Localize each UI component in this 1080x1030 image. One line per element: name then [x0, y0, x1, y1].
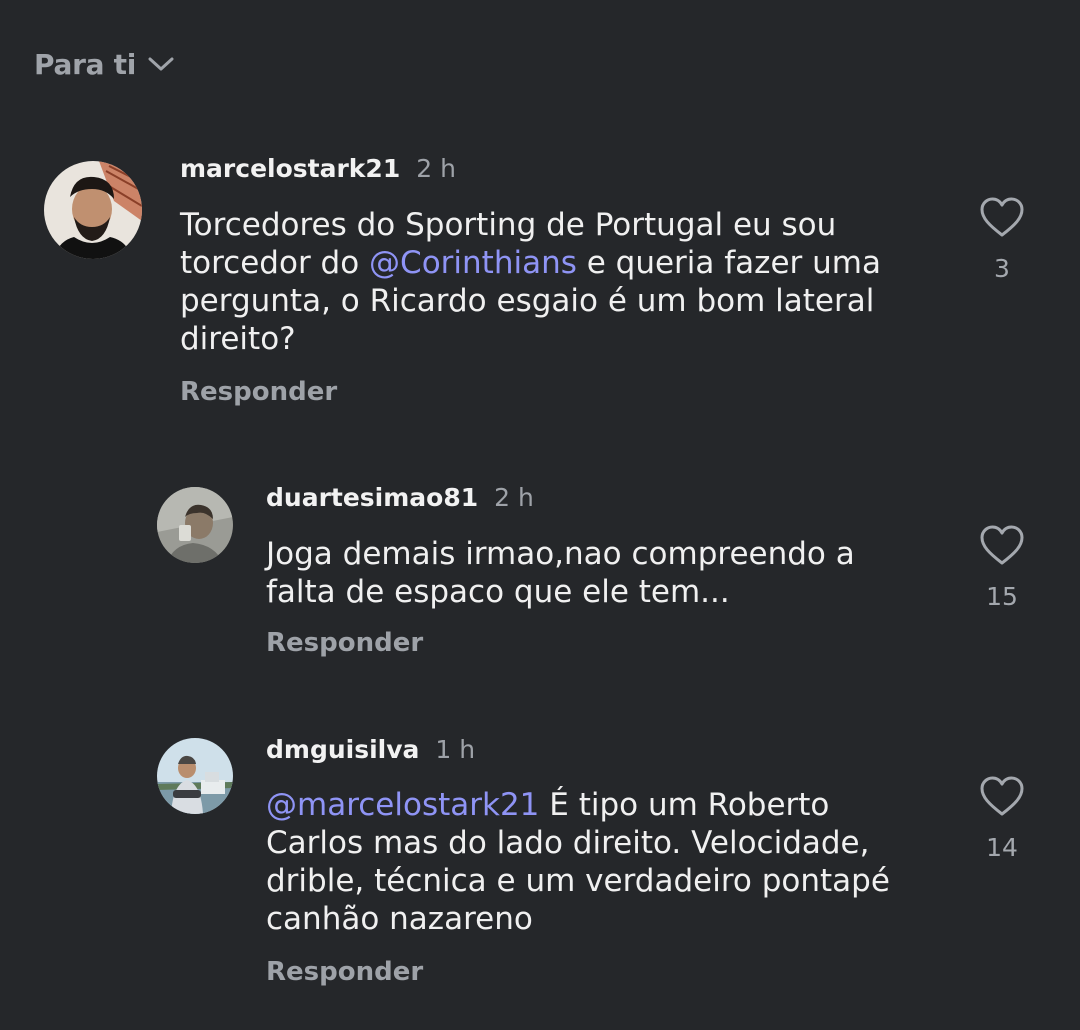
timestamp: 2 h: [416, 154, 456, 183]
heart-icon: [980, 776, 1024, 816]
timestamp: 2 h: [494, 483, 534, 512]
reply-button[interactable]: Responder: [266, 957, 423, 987]
like-button[interactable]: 3: [972, 196, 1032, 283]
like-button[interactable]: 15: [972, 524, 1032, 611]
avatar[interactable]: [44, 161, 142, 259]
mention-link[interactable]: @marcelostark21: [266, 787, 539, 823]
username[interactable]: marcelostark21: [180, 154, 400, 183]
avatar[interactable]: [157, 487, 233, 563]
chevron-down-icon: [146, 49, 176, 79]
comment-text: Torcedores do Sporting de Portugal eu so…: [180, 207, 881, 357]
like-button[interactable]: 14: [972, 775, 1032, 862]
like-count: 3: [994, 254, 1010, 283]
like-count: 15: [986, 582, 1018, 611]
timestamp: 1 h: [435, 735, 476, 764]
feed-title: Para ti: [34, 47, 136, 81]
comment-text: @marcelostark21 É tipo um Roberto Carlos…: [266, 787, 890, 937]
heart-icon: [980, 525, 1024, 565]
reply-button[interactable]: Responder: [180, 377, 337, 407]
mention-link[interactable]: @Corinthians: [369, 245, 577, 281]
comment-text: Joga demais irmao,nao compreendo a falta…: [266, 536, 855, 610]
avatar[interactable]: [157, 738, 233, 814]
feed-selector[interactable]: Para ti: [34, 44, 176, 84]
username[interactable]: duartesimao81: [266, 483, 478, 512]
heart-icon: [980, 197, 1024, 237]
username[interactable]: dmguisilva: [266, 735, 419, 764]
reply-button[interactable]: Responder: [266, 628, 423, 658]
like-count: 14: [986, 833, 1018, 862]
